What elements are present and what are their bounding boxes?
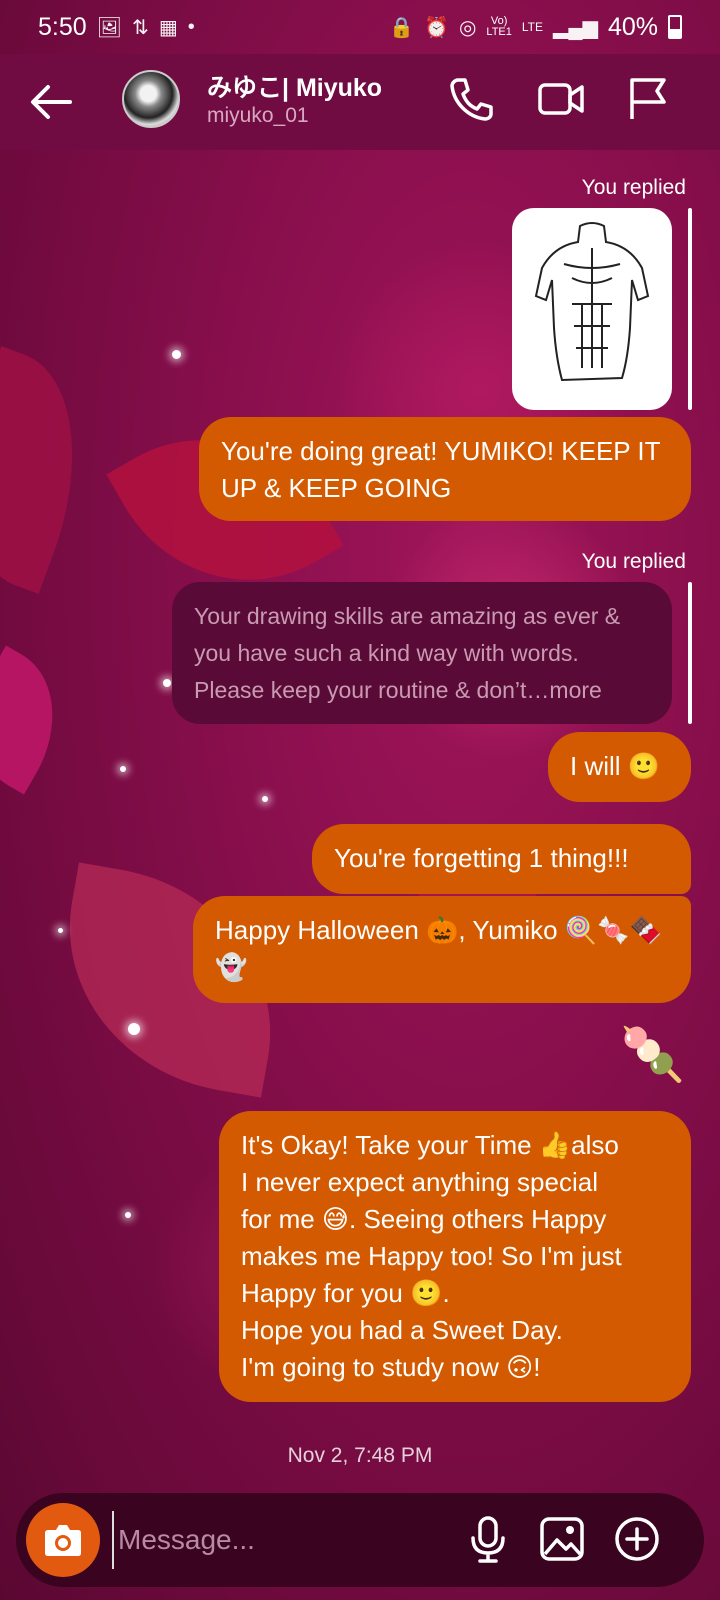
volte-indicator: Vo) LTE1 <box>486 15 512 38</box>
torso-sketch-image <box>534 222 650 382</box>
signal-icon: ▂▄▆ <box>553 16 598 39</box>
battery-percent: 40% <box>607 12 658 41</box>
reply-indicator-bar <box>688 208 692 410</box>
microphone-icon[interactable] <box>463 1514 513 1564</box>
message-bubble[interactable]: You're doing great! YUMIKO! KEEP IT UP &… <box>199 417 691 521</box>
reply-indicator-bar <box>688 582 692 724</box>
image-notification-icon: 🖼 <box>96 16 123 39</box>
message-bubble[interactable]: Happy Halloween 🎃, Yumiko 🍭🍬🍫👻 <box>193 896 691 1003</box>
camera-icon <box>45 1525 81 1556</box>
alarm-icon: ⏰ <box>424 16 449 39</box>
message-line: for me 😅. Seeing others Happy <box>241 1204 607 1234</box>
phone-icon[interactable] <box>446 74 496 124</box>
message-line: I'm going to study now 🙃! <box>241 1352 541 1382</box>
more-notifications-icon: • <box>187 15 195 38</box>
app-notification-icon: ▦ <box>158 16 178 39</box>
gallery-icon[interactable] <box>537 1514 587 1564</box>
contact-username[interactable]: miyuko_01 <box>207 104 309 128</box>
video-camera-icon[interactable] <box>536 74 586 124</box>
battery-icon <box>668 15 682 39</box>
quoted-message[interactable]: Your drawing skills are amazing as ever … <box>172 582 672 724</box>
data-transfer-icon: ⇅ <box>132 16 149 39</box>
flag-icon[interactable] <box>624 74 674 124</box>
status-bar: 5:50 🖼 ⇅ ▦ • 🔒 ⏰ ◎ Vo) LTE1 LTE ▂▄▆ 40% <box>0 0 720 54</box>
lock-icon: 🔒 <box>389 16 415 39</box>
avatar[interactable] <box>122 70 180 128</box>
reply-label: You replied <box>581 176 686 199</box>
lte-indicator: LTE <box>521 20 544 34</box>
message-line: makes me Happy too! So I'm just <box>241 1241 622 1271</box>
dango-sticker[interactable]: 🍡 <box>620 1024 685 1085</box>
message-composer: Message... <box>16 1493 704 1587</box>
replied-image[interactable] <box>512 208 672 410</box>
message-line: Happy for you 🙂. <box>241 1278 450 1308</box>
chat-header: みゆこ| Miyuko miyuko_01 <box>0 54 720 150</box>
message-line: I never expect anything special <box>241 1167 598 1197</box>
hotspot-icon: ◎ <box>458 16 477 39</box>
message-bubble[interactable]: I will 🙂 <box>548 732 691 802</box>
plus-circle-icon[interactable] <box>612 1514 662 1564</box>
message-line: It's Okay! Take your Time 👍also <box>241 1130 619 1160</box>
back-arrow-icon[interactable] <box>26 76 78 128</box>
camera-button[interactable] <box>26 1503 100 1577</box>
message-input[interactable]: Message... <box>112 1511 458 1569</box>
message-bubble[interactable]: It's Okay! Take your Time 👍also I never … <box>219 1111 691 1402</box>
message-timestamp: Nov 2, 7:48 PM <box>287 1444 433 1467</box>
message-bubble[interactable]: You're forgetting 1 thing!!! <box>312 824 691 894</box>
contact-name[interactable]: みゆこ| Miyuko <box>207 68 382 104</box>
message-line: Hope you had a Sweet Day. <box>241 1315 563 1345</box>
status-time: 5:50 <box>38 12 87 41</box>
reply-label: You replied <box>581 550 686 573</box>
